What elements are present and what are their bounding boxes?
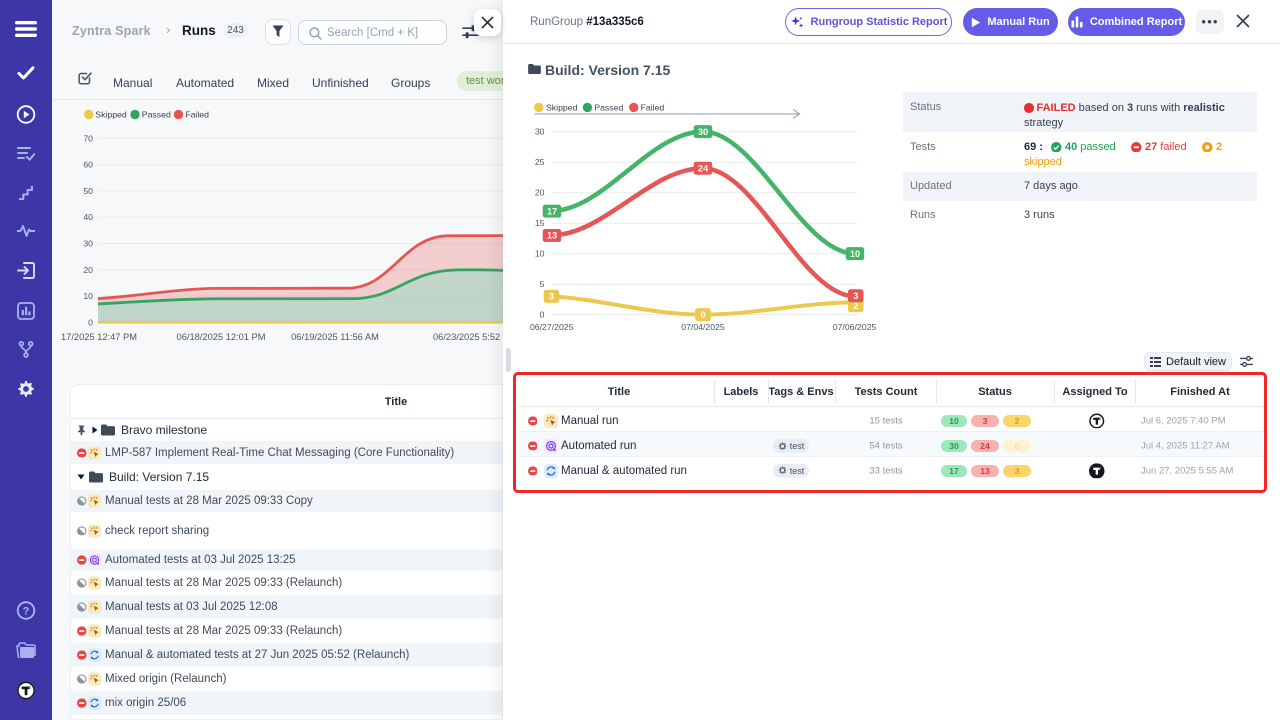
svg-text:30: 30 — [698, 127, 708, 137]
svg-text:07/04/2025: 07/04/2025 — [681, 322, 725, 332]
svg-text:60: 60 — [83, 160, 93, 170]
svg-text:Passed: Passed — [142, 110, 171, 120]
svg-text:25: 25 — [535, 157, 545, 167]
svg-text:10: 10 — [83, 291, 93, 301]
svg-text:06/27/2025: 06/27/2025 — [530, 322, 574, 332]
svg-text:2: 2 — [853, 301, 858, 311]
svg-text:0: 0 — [540, 310, 545, 320]
svg-text:0: 0 — [88, 317, 93, 327]
svg-text:50: 50 — [83, 186, 93, 196]
svg-text:3: 3 — [853, 291, 858, 301]
svg-text:30: 30 — [535, 127, 545, 137]
svg-text:06/18/2025 12:01 PM: 06/18/2025 12:01 PM — [177, 332, 266, 342]
svg-text:40: 40 — [83, 212, 93, 222]
svg-text:17: 17 — [547, 206, 557, 216]
svg-text:10: 10 — [850, 249, 860, 259]
svg-text:07/06/2025: 07/06/2025 — [833, 322, 877, 332]
svg-text:Failed: Failed — [185, 110, 209, 120]
svg-text:15: 15 — [535, 218, 545, 228]
svg-text:06/23/2025 5:52 P: 06/23/2025 5:52 P — [433, 332, 503, 342]
svg-text:13: 13 — [547, 231, 557, 241]
svg-text:17/2025 12:47 PM: 17/2025 12:47 PM — [61, 332, 137, 342]
svg-text:Skipped: Skipped — [546, 103, 578, 113]
svg-text:3: 3 — [549, 292, 554, 302]
svg-text:Passed: Passed — [594, 103, 623, 113]
svg-text:70: 70 — [83, 133, 93, 143]
svg-text:06/19/2025 11:56 AM: 06/19/2025 11:56 AM — [291, 332, 379, 342]
svg-text:20: 20 — [83, 265, 93, 275]
svg-text:?: ? — [23, 606, 30, 618]
svg-text:Skipped: Skipped — [95, 110, 127, 120]
svg-text:30: 30 — [83, 239, 93, 249]
svg-text:Failed: Failed — [641, 103, 665, 113]
svg-text:5: 5 — [540, 279, 545, 289]
svg-text:0: 0 — [700, 310, 705, 320]
svg-text:20: 20 — [535, 188, 545, 198]
svg-text:24: 24 — [698, 163, 709, 173]
svg-text:10: 10 — [535, 249, 545, 259]
